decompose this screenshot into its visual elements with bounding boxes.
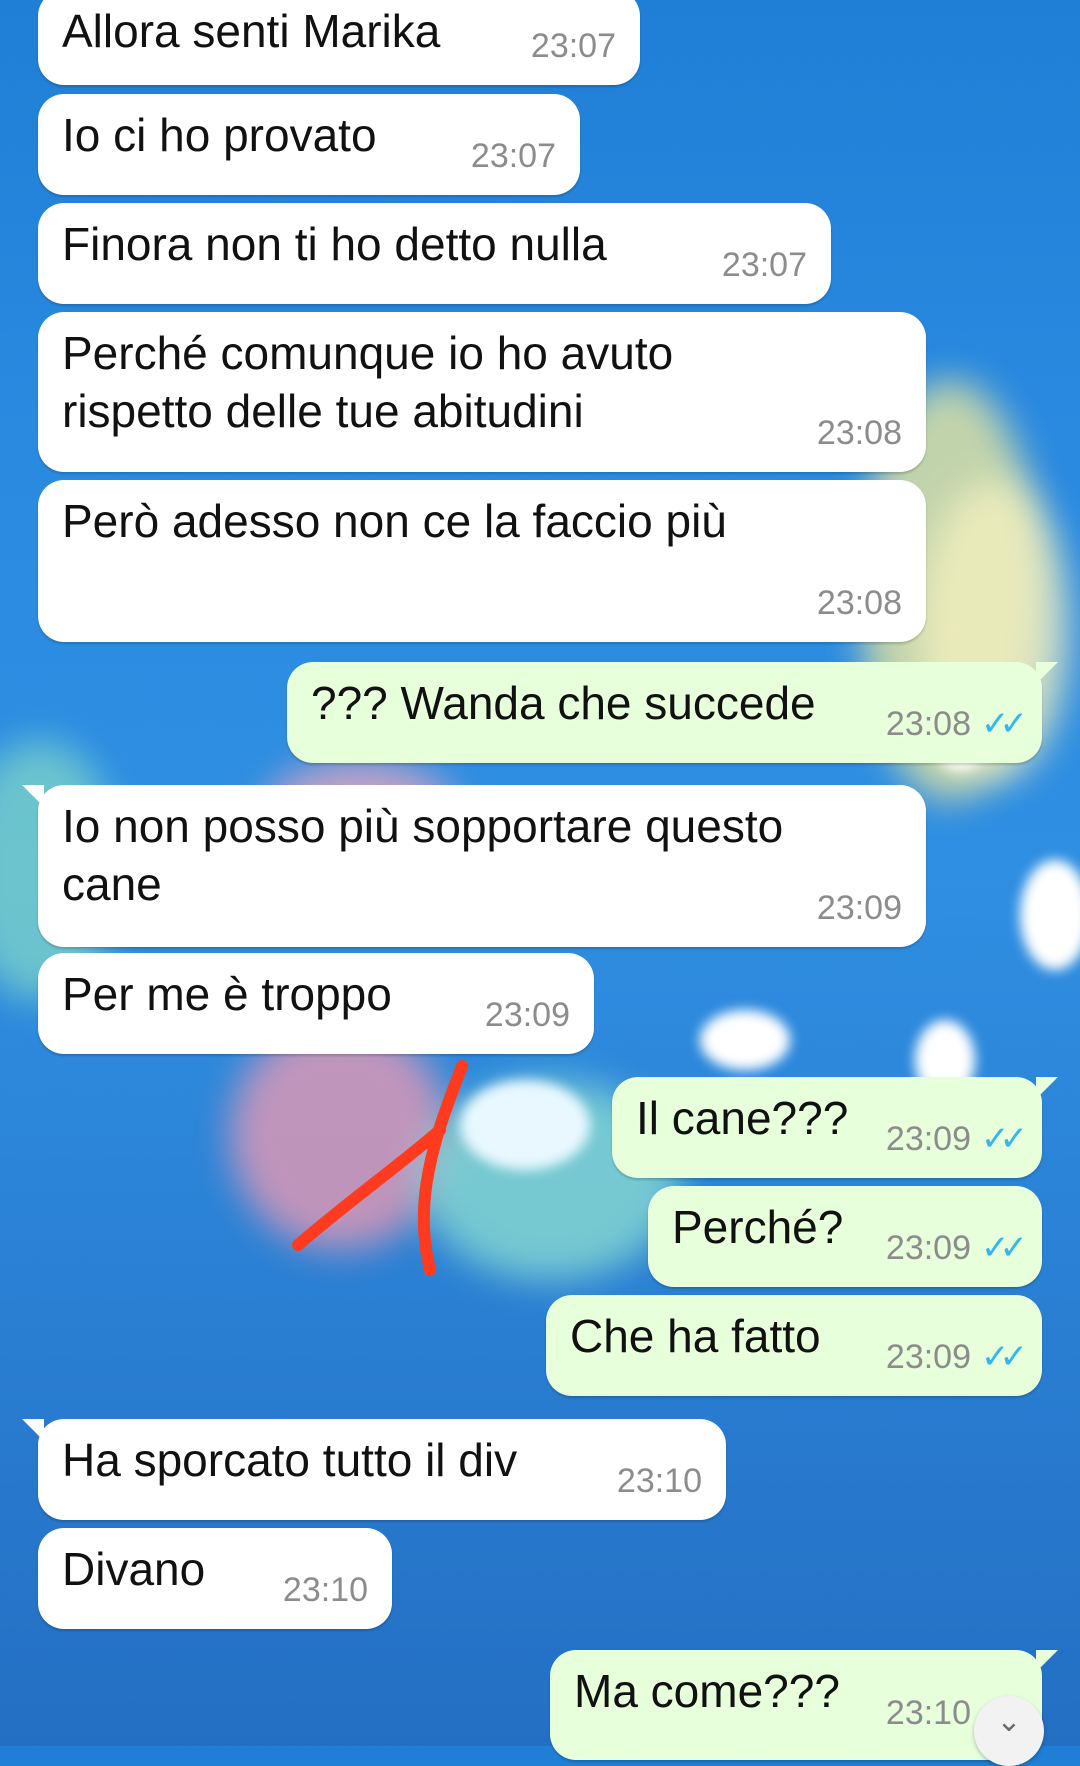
double-check-icon: ✓✓	[981, 1229, 1028, 1267]
message-time: 23:07	[721, 246, 807, 284]
message-bubble-incoming[interactable]: Finora non ti ho detto nulla 23:07	[38, 203, 831, 304]
message-bubble-outgoing[interactable]: ??? Wanda che succede 23:08 ✓✓	[287, 662, 1058, 763]
message-text: Perché comunque io ho avuto rispetto del…	[62, 327, 674, 437]
message-bubble-outgoing[interactable]: Che ha fatto 23:09 ✓✓	[546, 1295, 1042, 1396]
double-check-icon: ✓✓	[981, 1338, 1028, 1376]
message-time: 23:09	[484, 996, 570, 1034]
double-check-icon: ✓✓	[981, 1120, 1028, 1158]
message-bubble-incoming[interactable]: Divano 23:10	[38, 1528, 392, 1629]
message-bubble-incoming[interactable]: Ha sporcato tutto il div 23:10	[22, 1419, 726, 1520]
chevron-down-icon: ⌄	[996, 1705, 1022, 1738]
message-text: Ha sporcato tutto il div	[62, 1434, 518, 1486]
message-time: 23:08	[816, 414, 902, 452]
message-time: 23:07	[470, 137, 556, 175]
message-bubble-incoming[interactable]: Perché comunque io ho avuto rispetto del…	[38, 312, 926, 472]
message-time: 23:08	[885, 705, 972, 743]
message-bubble-incoming[interactable]: Per me è troppo 23:09	[38, 953, 594, 1054]
message-time: 23:10	[885, 1694, 972, 1732]
message-time: 23:09	[816, 889, 902, 927]
message-list[interactable]: Allora senti Marika 23:07 Io ci ho prova…	[0, 0, 1080, 1760]
message-bubble-incoming[interactable]: Io non posso più sopportare questo cane …	[22, 785, 926, 947]
message-time: 23:10	[282, 1571, 368, 1609]
message-bubble-outgoing[interactable]: Perché? 23:09 ✓✓	[648, 1186, 1042, 1287]
message-text: Finora non ti ho detto nulla	[62, 218, 607, 270]
scroll-to-bottom-button[interactable]: ⌄	[974, 1696, 1044, 1766]
message-bubble-incoming[interactable]: Io ci ho provato 23:07	[38, 94, 580, 195]
message-time: 23:09	[885, 1338, 972, 1376]
message-text: Io non posso più sopportare questo cane	[62, 800, 784, 910]
double-check-icon: ✓✓	[981, 705, 1028, 743]
message-text: Però adesso non ce la faccio più	[62, 495, 727, 547]
message-time: 23:07	[530, 27, 616, 65]
message-time: 23:08	[816, 584, 902, 622]
message-time: 23:09	[885, 1120, 972, 1158]
message-bubble-incoming[interactable]: Allora senti Marika 23:07	[38, 0, 640, 85]
message-bubble-outgoing[interactable]: Ma come??? 23:10 ✓✓	[550, 1650, 1058, 1760]
message-time: 23:09	[885, 1229, 972, 1267]
message-bubble-outgoing[interactable]: Il cane??? 23:09 ✓✓	[612, 1077, 1058, 1178]
message-time: 23:10	[616, 1462, 702, 1500]
message-bubble-incoming[interactable]: Però adesso non ce la faccio più 23:08	[38, 480, 926, 642]
